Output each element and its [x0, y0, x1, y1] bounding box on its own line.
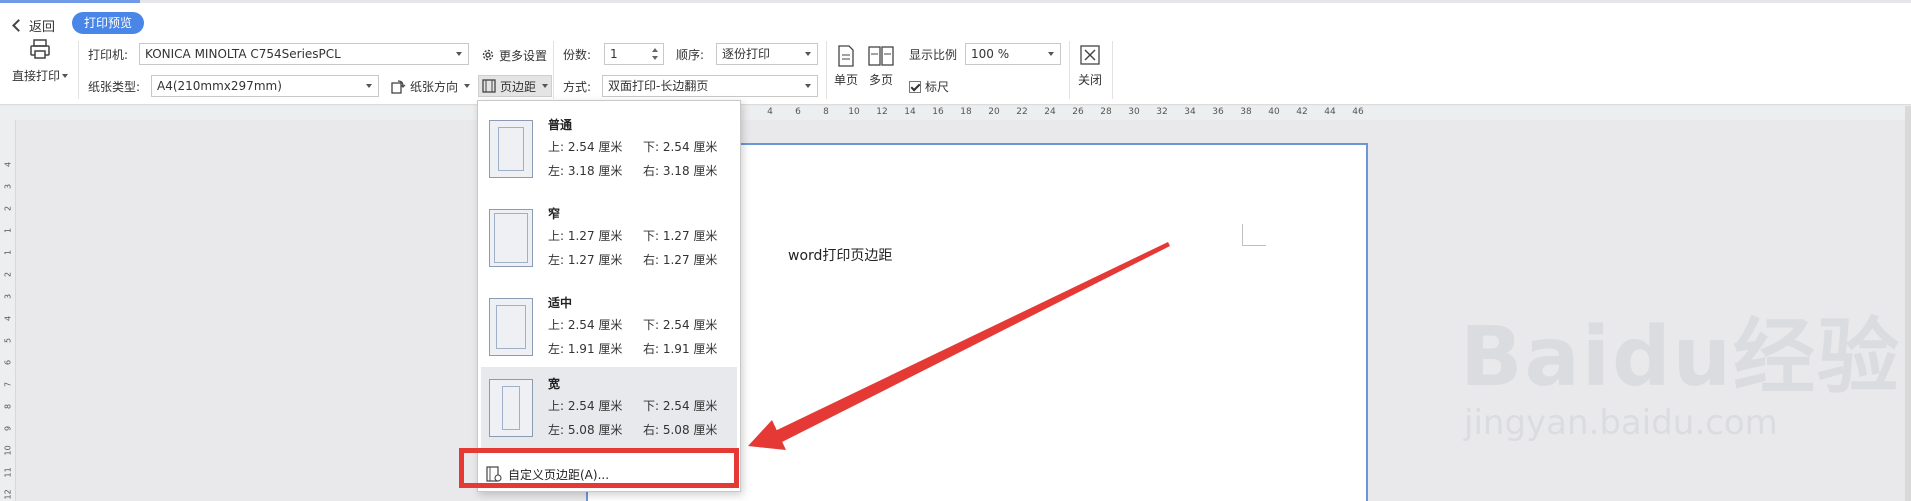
annotation-arrow — [748, 242, 1170, 450]
